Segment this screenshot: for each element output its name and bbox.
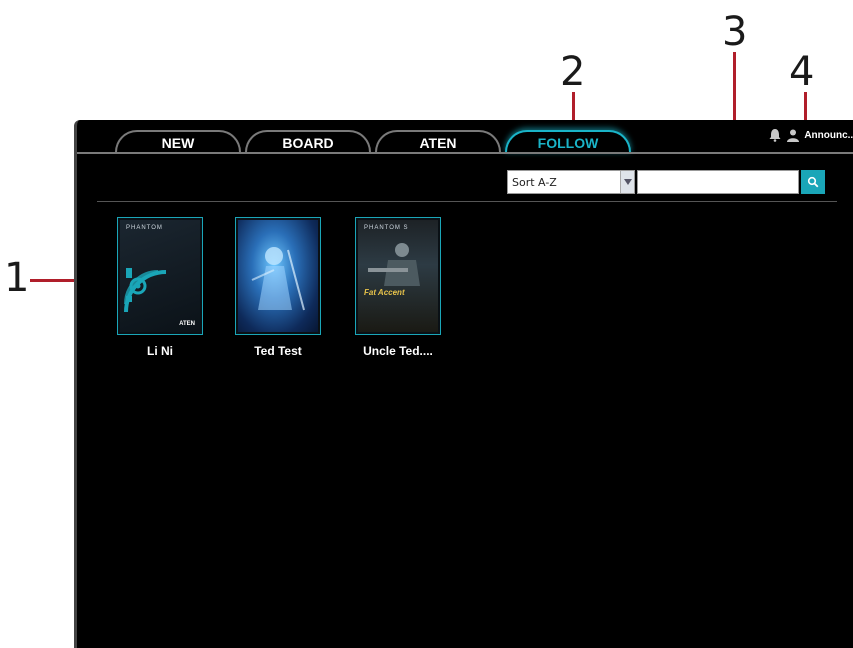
character-art-icon [251,247,305,311]
username-label[interactable]: Announc... [804,130,853,141]
chevron-down-icon[interactable] [620,171,634,193]
soldier-art-icon [368,243,420,286]
tab-bar: NEW BOARD ATEN FOLLOW Announc... [77,120,853,154]
search-button[interactable] [801,170,825,194]
screenshot-stage: 1 2 3 4 NEW BOARD ATEN FOLLOW Announc... [0,0,853,648]
tab-divider [77,152,853,154]
search-icon [807,176,819,188]
follow-card[interactable]: Ted Test [235,217,321,358]
header-user-area: Announc... [768,126,853,144]
tab-board[interactable]: BOARD [245,130,371,154]
content-divider [97,201,837,202]
callout-2: 2 [560,49,586,95]
card-name[interactable]: Ted Test [235,344,321,358]
search-input[interactable] [637,170,799,194]
card-name[interactable]: Li Ni [117,344,203,358]
tab-aten[interactable]: ATEN [375,130,501,154]
app-window: NEW BOARD ATEN FOLLOW Announc... Sort A-… [74,120,853,648]
card-name[interactable]: Uncle Ted.... [355,344,441,358]
callout-3-line [733,52,736,128]
card-cover[interactable] [235,217,321,335]
callout-4: 4 [789,49,815,95]
sort-dropdown-value: Sort A-Z [512,175,557,189]
cover-title: Fat Accent [364,288,405,297]
user-icon[interactable] [786,128,800,142]
follow-card[interactable]: PHANTOM ATEN Li Ni [117,217,203,358]
callout-1: 1 [4,255,30,301]
card-cover[interactable]: PHANTOM ATEN [117,217,203,335]
card-cover[interactable]: PHANTOM S Fat Accent [355,217,441,335]
sort-dropdown[interactable]: Sort A-Z [507,170,635,194]
bell-icon[interactable] [768,128,782,142]
follow-card[interactable]: PHANTOM S Fat Accent Uncle Ted.... [355,217,441,358]
cover-brand-bottom: ATEN [179,321,195,327]
callout-3: 3 [722,9,748,55]
tab-follow[interactable]: FOLLOW [505,130,631,154]
tab-new[interactable]: NEW [115,130,241,154]
wifi-logo-icon [124,268,167,313]
